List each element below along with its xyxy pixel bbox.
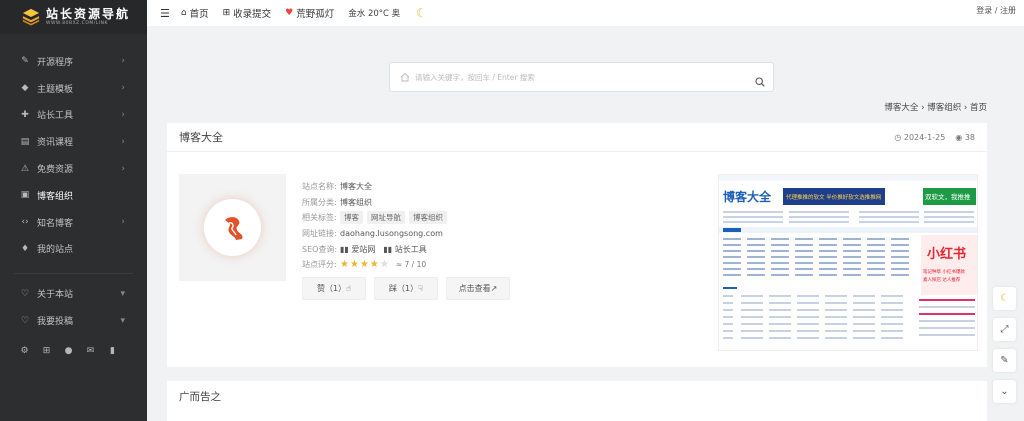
- sidebar-item-famous-blogs[interactable]: ‹› 知名博客 ›: [0, 209, 147, 236]
- breadcrumb[interactable]: 博客大全 › 博客组织 › 首页: [884, 101, 987, 113]
- sidebar-item-themes[interactable]: ◆ 主题模板 ›: [0, 75, 147, 102]
- page-title: 博客大全: [179, 131, 223, 144]
- sidebar-divider: [14, 273, 133, 275]
- search-icon[interactable]: [755, 77, 765, 87]
- tag-blog[interactable]: 博客: [340, 211, 363, 225]
- blog-icon: ▣: [20, 190, 30, 201]
- expand-icon[interactable]: ⤢: [993, 318, 1016, 341]
- sidebar-item-blog-org[interactable]: ▣ 博客组织: [0, 182, 147, 209]
- nav-blog[interactable]: ♥ 荒野孤灯: [285, 6, 334, 20]
- preview-illustration: 博客大全 代理推推的软文 半价推好软文选推推网 双软文，我推推 小红书 笔记种草…: [719, 175, 977, 350]
- sidebar-item-open-source[interactable]: ✎ 开源程序 ›: [0, 48, 147, 75]
- gear-icon[interactable]: ⚙: [20, 346, 29, 356]
- dark-mode-icon[interactable]: ☾: [993, 287, 1016, 310]
- thumbs-up-icon: ☝: [346, 284, 351, 293]
- sidebar-item-news[interactable]: ▤ 资讯课程 ›: [0, 128, 147, 155]
- weather-widget: 金水 20°C 奥: [348, 9, 401, 19]
- thumbs-down-icon: ☟: [418, 284, 423, 293]
- search-input[interactable]: 请输入关键字，按回车 / Enter 搜索: [415, 72, 773, 83]
- site-thumbnail: [179, 174, 286, 281]
- home-icon: [400, 72, 410, 82]
- tools-icon: ✚: [21, 109, 29, 120]
- floating-tools: ☾ ⤢ ✎ ⌄: [993, 287, 1016, 403]
- card-header: 博客大全 ◷ 2024-1-25 ◉ 38: [167, 123, 987, 152]
- like-button[interactable]: 赞（1） ☝: [302, 277, 366, 300]
- home-icon: ⌂: [180, 8, 187, 18]
- free-icon: ⚠: [20, 163, 30, 174]
- sidebar-item-free[interactable]: ⚠ 免费资源 ›: [0, 155, 147, 182]
- heart-icon: ♥: [285, 8, 294, 18]
- seo-aizhan-link[interactable]: ▮▮ 爱站网: [340, 244, 375, 255]
- site-detail-card: 博客大全 ◷ 2024-1-25 ◉ 38 站点名称: 博客大全 所属分类: 博客组…: [167, 123, 987, 367]
- site-logo-icon: [224, 216, 242, 240]
- ad-card: 广而告之: [167, 381, 987, 421]
- nav-submit[interactable]: ⊞ 收录提交: [223, 6, 272, 20]
- views-text: ◉ 38: [955, 132, 975, 142]
- tag-blog-org[interactable]: 博客组织: [409, 211, 447, 225]
- wrench-icon: ✎: [21, 56, 29, 67]
- ad-card-title: 广而告之: [179, 391, 221, 403]
- site-category[interactable]: 博客组织: [340, 197, 372, 208]
- logo-title: 站长资源导航: [46, 6, 131, 21]
- preview-xhs-sub2: 素人探店 达人推荐: [923, 276, 961, 283]
- clock-icon: ◷: [894, 132, 904, 142]
- bar-chart-icon: ▮▮: [383, 244, 395, 254]
- card-meta: ◷ 2024-1-25 ◉ 38: [894, 133, 975, 142]
- sidebar: 站长资源导航 WWW.80BXZ.COM/LINK ✎ 开源程序 › ◆ 主题模板 › …: [0, 0, 147, 421]
- preview-lines: [723, 211, 974, 223]
- site-info: 站点名称: 博客大全 所属分类: 博客组织 相关标签: 博客 网址导航 博客组织 网…: [302, 179, 451, 273]
- rating-score: ≈ 7 / 10: [395, 260, 427, 270]
- site-logo[interactable]: 站长资源导航 WWW.80BXZ.COM/LINK: [0, 0, 147, 34]
- sidebar-item-tools[interactable]: ✚ 站长工具 ›: [0, 102, 147, 129]
- sidebar-bottom-icons: ⚙ ⊞ ● ✉ ▮: [0, 346, 147, 356]
- preview-logo: 博客大全: [723, 189, 772, 204]
- visit-button[interactable]: 点击查看 ↗: [446, 277, 510, 300]
- bell-icon: ♦: [20, 243, 30, 254]
- seo-chinaz-link[interactable]: ▮▮ 站长工具: [383, 244, 426, 255]
- top-bar: ☰ ⌂ 首页 ⊞ 收录提交 ♥ 荒野孤灯 金水 20°C 奥 ☾ 登录 / 注册: [147, 0, 1024, 26]
- book-icon: ▤: [20, 136, 30, 147]
- heart-icon: ♡: [20, 288, 30, 299]
- mail-icon[interactable]: ✉: [86, 346, 95, 356]
- sitemap-icon[interactable]: ⊞: [42, 346, 51, 356]
- site-preview-image[interactable]: 博客大全 代理推推的软文 半价推好软文选推推网 双软文，我推推 小红书 笔记种草…: [718, 174, 978, 351]
- chart-icon[interactable]: ▮: [108, 346, 117, 356]
- sidebar-menu: ✎ 开源程序 › ◆ 主题模板 › ✚ 站长工具 › ▤ 资讯课程 › ⚠ 免费资源 › ▣ 博客组织…: [0, 48, 147, 262]
- heart-icon: ♡: [20, 315, 30, 326]
- preview-side-banner: 双软文，我推推: [925, 192, 971, 201]
- plus-icon: ⊞: [222, 8, 231, 18]
- site-name: 博客大全: [340, 182, 372, 192]
- login-link[interactable]: 登录 / 注册: [976, 5, 1016, 16]
- site-url[interactable]: daohang.lusongsong.com: [340, 229, 443, 238]
- half-star-icon: ★: [369, 259, 380, 271]
- bar-chart-icon: ▮▮: [340, 244, 352, 254]
- github-icon[interactable]: ●: [64, 346, 73, 356]
- scroll-down-icon[interactable]: ⌄: [993, 380, 1016, 403]
- eye-icon: ◉: [955, 132, 965, 142]
- code-icon: ‹›: [21, 217, 29, 228]
- search-box[interactable]: 请输入关键字，按回车 / Enter 搜索: [389, 62, 774, 92]
- sidebar-item-submit[interactable]: ♡ 我要投稿 ▾: [0, 307, 147, 334]
- site-logo-image: [204, 199, 261, 256]
- logo-icon: [22, 8, 40, 26]
- edit-icon[interactable]: ✎: [993, 349, 1016, 372]
- sidebar-item-my-sites[interactable]: ♦ 我的站点: [0, 236, 147, 263]
- nav-home[interactable]: ⌂ 首页: [181, 6, 209, 20]
- preview-xhs: 小红书: [927, 246, 966, 262]
- rating-stars: ★★★★★: [340, 259, 390, 271]
- sidebar-item-about[interactable]: ♡ 关于本站 ▾: [0, 280, 147, 307]
- tag-nav[interactable]: 网址导航: [367, 211, 405, 225]
- external-link-icon: ↗: [490, 284, 498, 293]
- preview-xhs-sub: 笔记种草 小红书爆款: [923, 268, 965, 275]
- date-text: ◷ 2024-1-25: [894, 132, 946, 142]
- action-buttons: 赞（1） ☝ 踩（1） ☟ 点击查看 ↗: [302, 277, 510, 300]
- menu-toggle-icon[interactable]: ☰: [160, 7, 170, 20]
- logo-subtitle: WWW.80BXZ.COM/LINK: [46, 20, 108, 26]
- theme-icon: ◆: [21, 83, 29, 94]
- preview-banner: 代理推推的软文 半价推好软文选推推网: [786, 193, 882, 201]
- dislike-button[interactable]: 踩（1） ☟: [374, 277, 438, 300]
- moon-icon[interactable]: ☾: [416, 6, 427, 20]
